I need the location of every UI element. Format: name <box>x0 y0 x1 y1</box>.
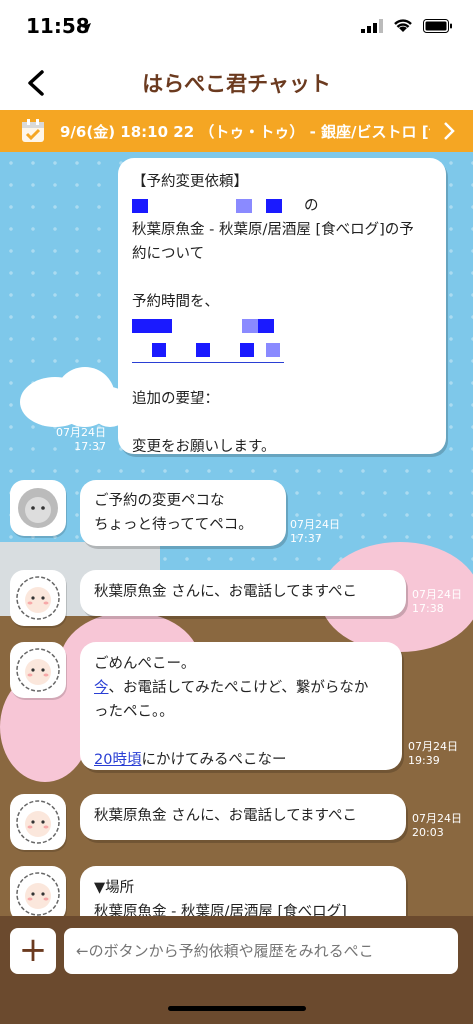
timestamp-time: 19:39 <box>408 754 440 767</box>
sheep-avatar-icon <box>18 488 58 528</box>
message-text: 約について <box>132 246 205 262</box>
sheep-avatar-icon <box>16 800 60 844</box>
timestamp-date: 07月24日 <box>56 426 106 439</box>
message-header: 【予約変更依頼】 <box>132 174 248 190</box>
location-arrow-icon <box>80 19 92 38</box>
message-text: ったペこ。。 <box>94 704 174 720</box>
message-text: にかけてみるぺこなー <box>141 752 287 768</box>
banner-text: 9/6(金) 18:10 22 （トゥ・トゥ） - 銀座/ビストロ [食… <box>60 123 430 141</box>
sheep-avatar-icon <box>16 648 60 692</box>
redaction <box>196 343 210 357</box>
redaction <box>236 199 252 213</box>
message-bubble-bot: 秋葉原魚金 さんに、お電話してますぺこ <box>80 570 406 616</box>
redaction <box>266 199 282 213</box>
message-bubble-bot: ごめんぺこー。 今、お電話してみたぺこけど、繋がらなか ったペこ。。 20時頃に… <box>80 642 402 770</box>
chevron-right-icon <box>443 121 455 145</box>
message-text: の <box>304 198 319 214</box>
message-text: ごめんぺこー。 <box>94 656 196 672</box>
message-bubble-bot: 秋葉原魚金 さんに、お電話してますぺこ <box>80 794 406 840</box>
message-text: 秋葉原魚金 さんに、お電話してますぺこ <box>94 808 357 824</box>
message-text: 、お電話してみたぺこけど、繋がらなか <box>108 680 369 696</box>
redacted-line: の <box>132 194 432 218</box>
bot-avatar <box>10 642 66 698</box>
message-text: 予約時間を、 <box>132 294 219 310</box>
timestamp-date: 07月24日 <box>408 740 458 753</box>
battery-icon <box>423 18 453 37</box>
message-bubble-bot: ▼場所 秋葉原魚金 - 秋葉原/居酒屋 [食べログ] <box>80 866 406 916</box>
message-line: 今、お電話してみたぺこけど、繋がらなか <box>94 676 388 700</box>
menu-plus-button[interactable]: + <box>10 928 56 974</box>
timestamp-date: 07月24日 <box>412 588 462 601</box>
timestamp-date: 07月24日 <box>412 812 462 825</box>
home-indicator <box>168 1006 306 1011</box>
bot-avatar <box>10 794 66 850</box>
redacted-line <box>132 338 284 363</box>
timestamp: 07月24日 17:37 <box>48 426 106 454</box>
timestamp-time: 17:38 <box>412 602 444 615</box>
bot-avatar <box>10 570 66 626</box>
timestamp-time: 20:03 <box>412 826 444 839</box>
timestamp: 07月24日 17:37 <box>290 518 340 546</box>
message-text: ちょっと待っててペコ。 <box>94 517 253 533</box>
redaction <box>132 199 148 213</box>
timestamp: 07月24日 17:38 <box>412 588 462 616</box>
message-bubble-bot: ご予約の変更ペコな ちょっと待っててペコ。 <box>80 480 286 546</box>
message-bubble-user: 【予約変更依頼】 の 秋葉原魚金 - 秋葉原/居酒屋 [食べログ]の予 約につい… <box>118 158 446 455</box>
message-text: ご予約の変更ペコな <box>94 493 225 509</box>
sheep-avatar-icon <box>16 872 60 916</box>
message-text: 追加の要望： <box>132 391 219 407</box>
message-line: 20時頃にかけてみるぺこなー <box>94 748 388 772</box>
redaction <box>132 319 172 333</box>
timestamp: 07月24日 20:03 <box>412 812 462 840</box>
message-text: ▼場所 <box>94 880 135 896</box>
redaction <box>240 343 254 357</box>
redacted-line <box>132 314 432 338</box>
calendar-check-icon <box>20 118 46 148</box>
message-text: 秋葉原魚金 さんに、お電話してますぺこ <box>94 584 357 600</box>
message-text: 秋葉原魚金 - 秋葉原/居酒屋 [食べログ] <box>94 904 347 916</box>
message-text: 変更をお願いします。 <box>132 439 276 455</box>
timestamp-date: 07月24日 <box>290 518 340 531</box>
timestamp: 07月24日 19:39 <box>408 740 458 768</box>
redaction <box>152 343 166 357</box>
redaction <box>258 319 274 333</box>
time-link-now[interactable]: 今 <box>94 680 109 696</box>
signal-icon <box>361 18 383 37</box>
bot-avatar-loading <box>10 480 66 536</box>
bot-avatar <box>10 866 66 916</box>
redaction <box>266 343 280 357</box>
redaction <box>242 319 258 333</box>
page-title: はらぺこ君チャット <box>142 72 331 96</box>
message-input[interactable] <box>64 928 458 974</box>
timestamp-time: 17:37 <box>74 440 106 453</box>
message-text: 秋葉原魚金 - 秋葉原/居酒屋 [食べログ]の予 <box>132 222 414 238</box>
status-bar: 11:58 <box>0 0 473 56</box>
timestamp-time: 17:37 <box>290 532 322 545</box>
sheep-avatar-icon <box>16 576 60 620</box>
chat-area[interactable]: 【予約変更依頼】 の 秋葉原魚金 - 秋葉原/居酒屋 [食べログ]の予 約につい… <box>0 152 473 916</box>
time-link-20[interactable]: 20時頃 <box>94 752 141 768</box>
wifi-icon <box>393 18 413 37</box>
nav-bar: はらぺこ君チャット <box>0 56 473 110</box>
reservation-banner[interactable]: 9/6(金) 18:10 22 （トゥ・トゥ） - 銀座/ビストロ [食… <box>0 110 473 152</box>
